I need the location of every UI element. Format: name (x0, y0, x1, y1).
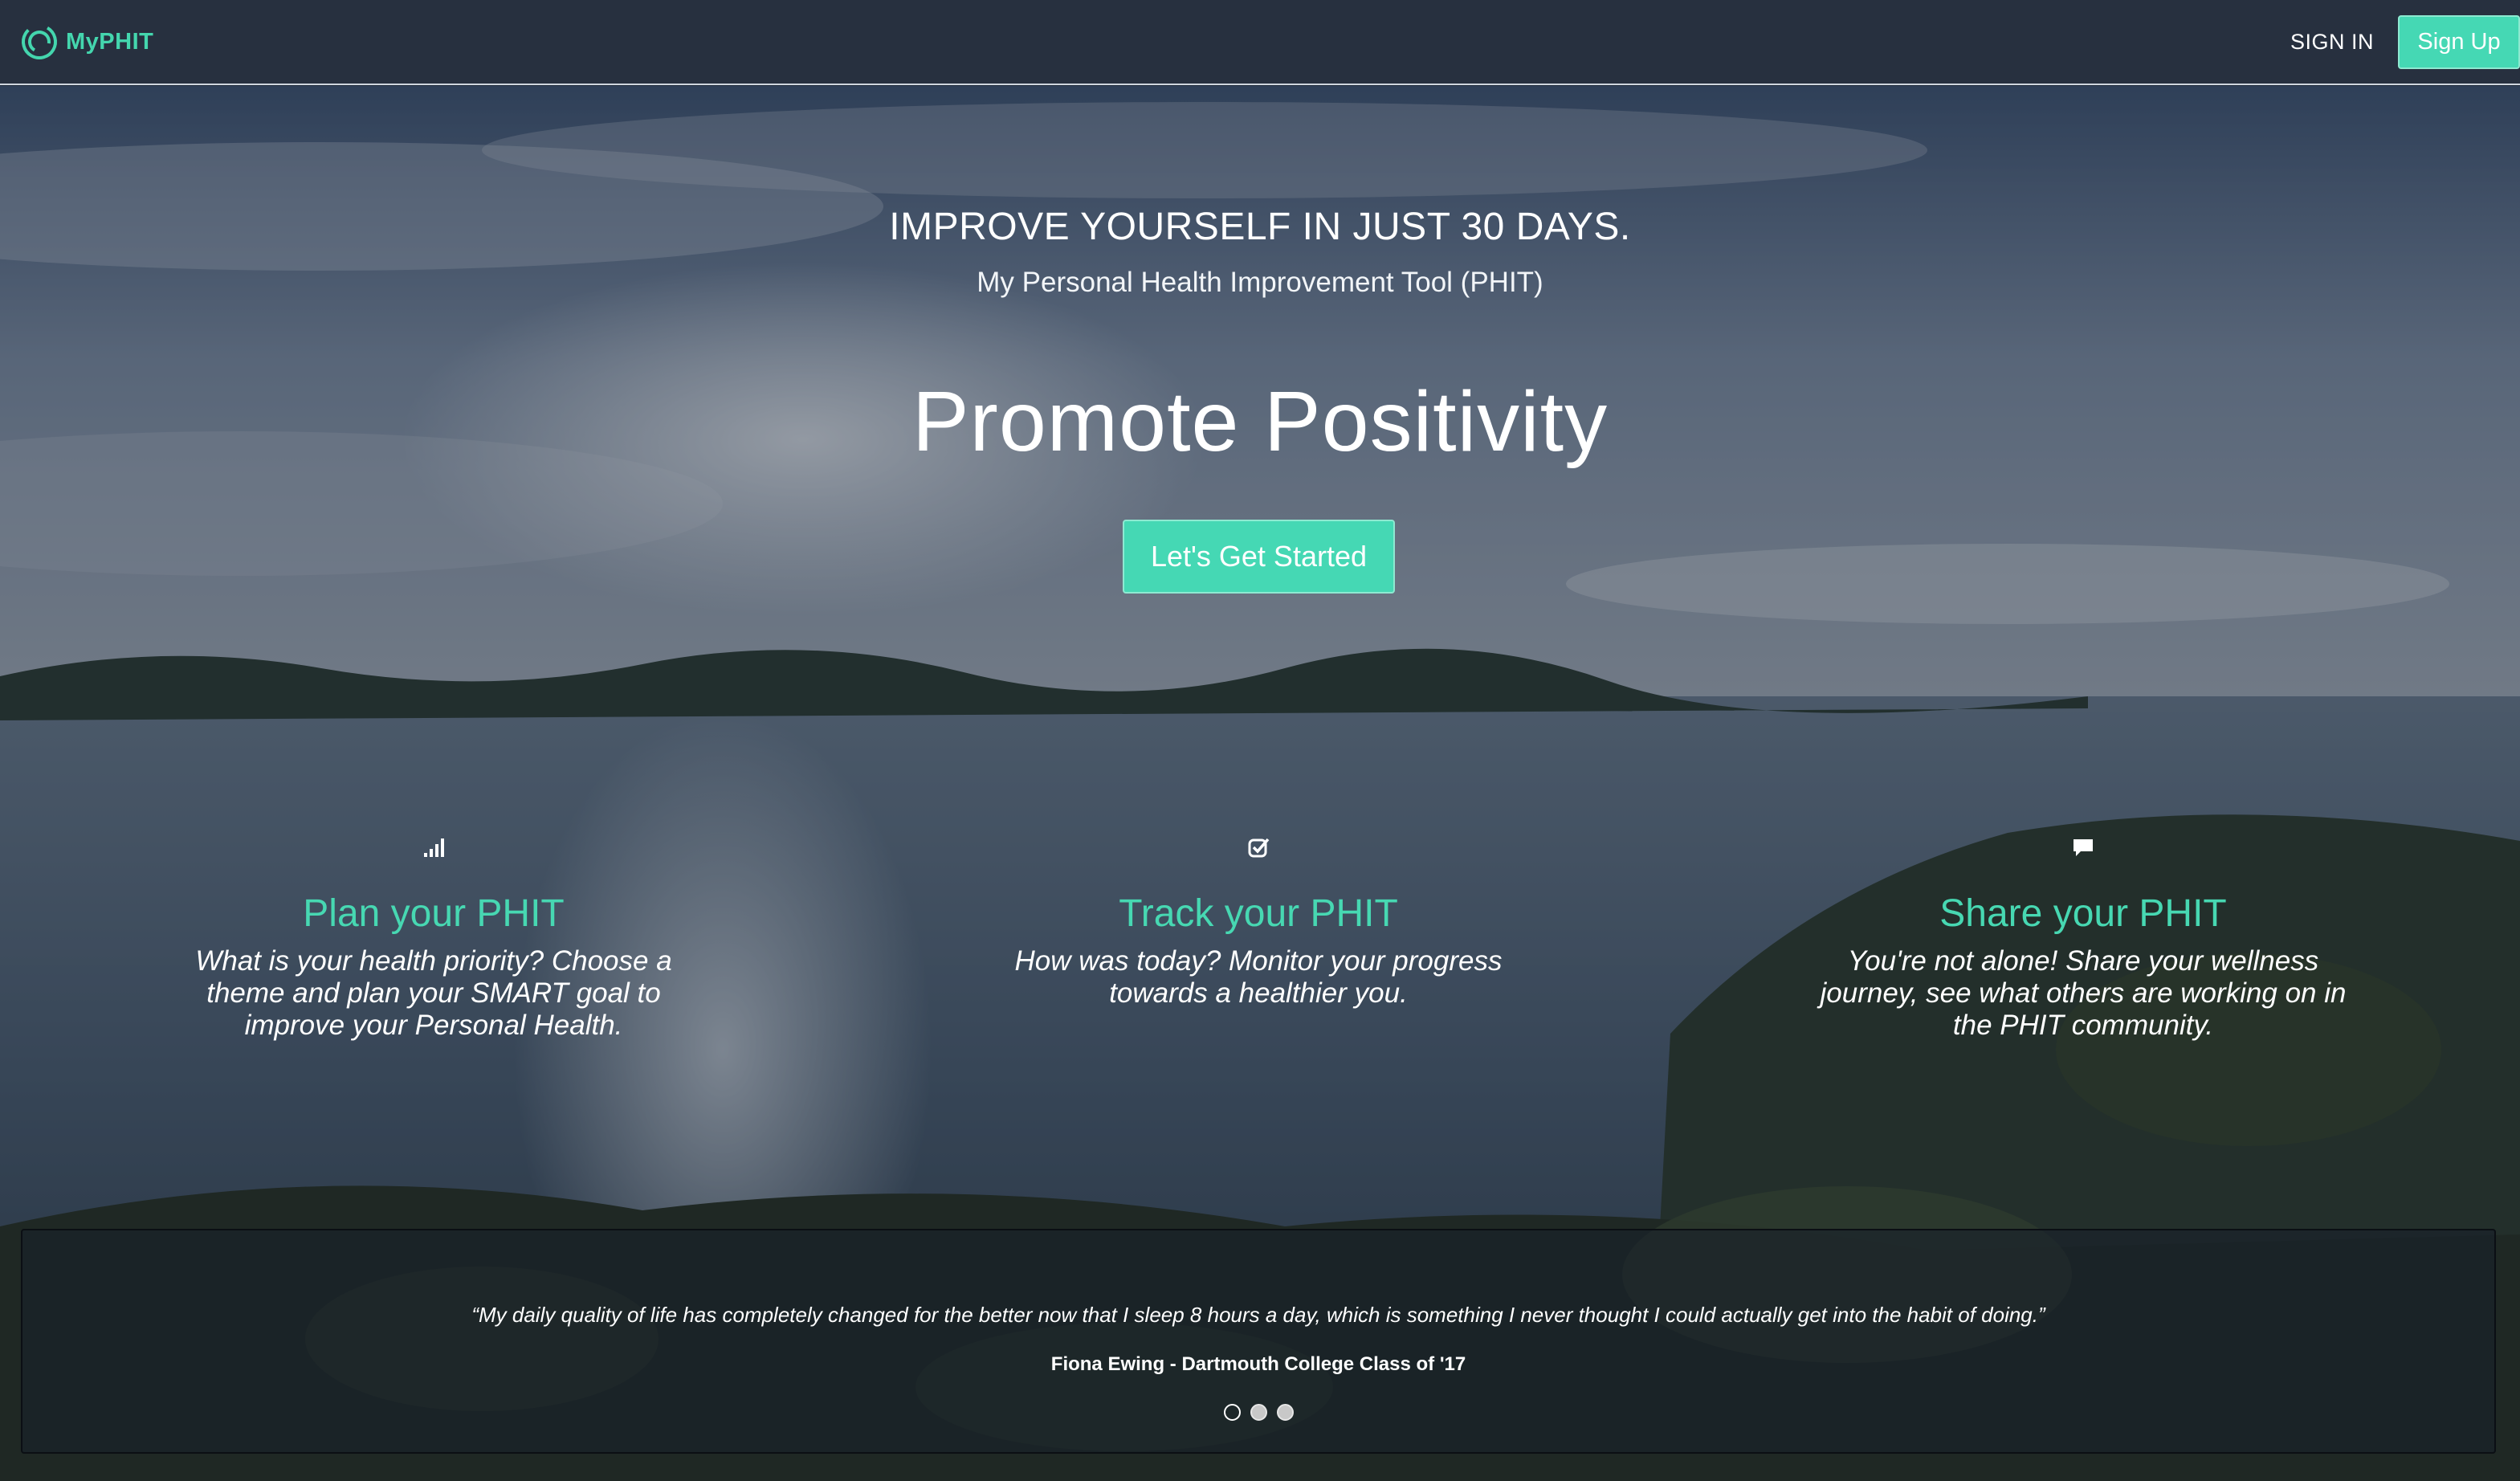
sign-in-link[interactable]: SIGN IN (2290, 30, 2374, 55)
myphit-logo-icon (22, 24, 57, 59)
carousel-dot-3[interactable] (1276, 1404, 1294, 1421)
nav-actions: SIGN IN Sign Up (2290, 0, 2520, 84)
feature-description: What is your health priority? Choose a t… (195, 945, 672, 1041)
feature-description: You're not alone! Share your wellness jo… (1820, 945, 2347, 1041)
feature-title: Share your PHIT (1939, 892, 2227, 935)
carousel-dot-1[interactable] (1223, 1404, 1241, 1421)
hero-subheadline: My Personal Health Improvement Tool (PHI… (977, 267, 1543, 298)
get-started-button[interactable]: Let's Get Started (1123, 520, 1395, 594)
brand-logo-link[interactable]: MyPHIT (19, 22, 153, 62)
feature-share: Share your PHIT You're not alone! Share … (1778, 835, 2388, 1042)
feature-plan: Plan your PHIT What is your health prior… (128, 835, 739, 1042)
testimonial-author: Fiona Ewing - Dartmouth College Class of… (1050, 1353, 1466, 1375)
sign-up-button[interactable]: Sign Up (2398, 14, 2520, 69)
hero-tagline: Promote Positivity (911, 374, 1609, 469)
chat-bubble-icon (2073, 839, 2093, 856)
carousel-dot-2[interactable] (1250, 1404, 1267, 1421)
carousel-indicators (22, 1404, 2494, 1421)
feature-title: Track your PHIT (1119, 892, 1398, 935)
testimonial-quote: “My daily quality of life has completely… (471, 1303, 2045, 1327)
bar-chart-icon (424, 838, 444, 857)
testimonial-carousel: “My daily quality of life has completely… (21, 1229, 2496, 1454)
feature-track: Track your PHIT How was today? Monitor y… (953, 835, 1564, 1010)
top-navbar: MyPHIT SIGN IN Sign Up (0, 0, 2520, 85)
feature-title: Plan your PHIT (303, 892, 565, 935)
hero-headline: IMPROVE YOURSELF IN JUST 30 DAYS. (889, 206, 1631, 248)
feature-description: How was today? Monitor your progress tow… (1014, 945, 1503, 1009)
checkbox-icon (1248, 838, 1270, 858)
brand-name: MyPHIT (66, 28, 154, 55)
